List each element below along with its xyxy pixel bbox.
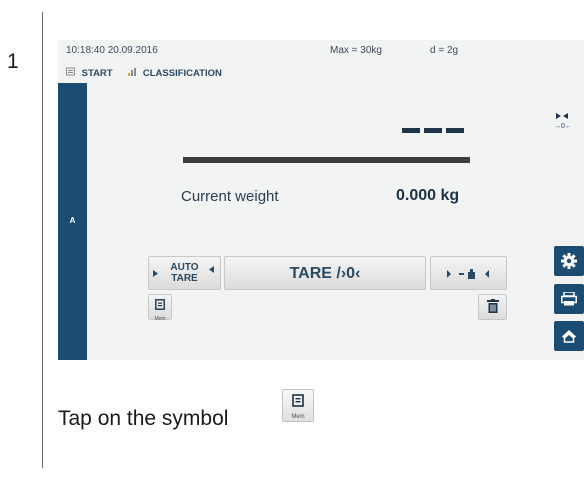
current-weight-value: 0.000 kg <box>396 187 460 204</box>
inline-mem-symbol: Mem <box>282 389 314 422</box>
instruction-text: Tap on the symbol <box>58 407 229 430</box>
classification-label[interactable]: CLASSIFICATION <box>143 68 222 79</box>
start-label[interactable]: START <box>82 68 113 79</box>
container-weight-icon <box>446 269 489 279</box>
start-icon <box>66 67 75 79</box>
auto-tare-line1: AUTO <box>170 262 199 273</box>
printer-icon <box>561 292 577 306</box>
status-d: d = 2g <box>430 45 459 56</box>
auto-tare-button[interactable]: AUTO TARE <box>148 256 221 290</box>
home-icon <box>562 330 576 343</box>
scale-screen: 10:18:40 20.09.2016 Max = 30kg d = 2g ST… <box>58 40 584 360</box>
memory-icon <box>292 394 304 407</box>
status-time-date: 10:18:40 20.09.2016 <box>66 45 158 56</box>
settings-button[interactable] <box>554 246 584 276</box>
mem-button-label: Mem <box>154 316 166 322</box>
print-button[interactable] <box>554 284 584 314</box>
tare-zero-button[interactable]: TARE /›0‹ <box>224 256 426 290</box>
status-max: Max = 30kg <box>330 45 382 56</box>
divider-line <box>42 12 43 468</box>
set-weight-button[interactable] <box>430 256 507 290</box>
step-number: 1 <box>7 50 19 73</box>
arrow-left-icon <box>209 266 214 273</box>
trash-icon <box>486 299 499 313</box>
classification-icon <box>127 67 137 79</box>
memory-icon <box>155 299 165 310</box>
auto-tare-line2: TARE <box>171 273 198 284</box>
delete-button[interactable] <box>478 294 507 320</box>
current-weight-label: Current weight <box>181 188 279 205</box>
home-button[interactable] <box>554 321 584 351</box>
side-panel-a[interactable]: A <box>58 83 87 360</box>
inline-mem-label: Mem <box>291 414 305 420</box>
mem-button[interactable]: Mem <box>148 294 172 322</box>
bowtie-icon <box>556 113 568 119</box>
mode-line: START CLASSIFICATION <box>66 67 234 79</box>
arrow-right-icon <box>153 270 158 277</box>
zero-indicator-text: →0← <box>554 123 572 130</box>
gear-icon <box>561 253 577 269</box>
stability-dashes <box>402 120 468 138</box>
weight-bar <box>183 157 470 163</box>
side-panel-letter: A <box>69 216 76 225</box>
